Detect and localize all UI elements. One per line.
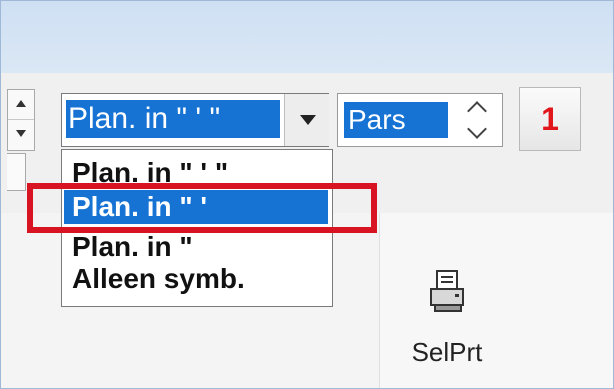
left-spinner-up[interactable] bbox=[8, 90, 34, 120]
dropdown-option-selected[interactable]: Plan. in " ' bbox=[64, 190, 328, 224]
printer-icon bbox=[430, 270, 464, 312]
mode-field[interactable]: Pars bbox=[337, 93, 503, 147]
dropdown-option[interactable]: Plan. in " bbox=[64, 230, 328, 264]
units-combobox-value: Plan. in " ' " bbox=[66, 100, 280, 138]
dropdown-option[interactable]: Alleen symb. bbox=[64, 262, 328, 296]
selprt-button[interactable]: SelPrt bbox=[405, 269, 489, 381]
ribbon-header bbox=[1, 1, 613, 73]
selprt-label: SelPrt bbox=[411, 337, 483, 367]
chevron-up-icon[interactable] bbox=[467, 101, 487, 121]
left-spinner[interactable] bbox=[7, 89, 35, 151]
arrow-down-icon bbox=[16, 130, 26, 137]
arrow-up-icon bbox=[16, 100, 26, 107]
units-combobox[interactable]: Plan. in " ' " bbox=[61, 93, 329, 147]
number-button[interactable]: 1 bbox=[519, 87, 581, 151]
dropdown-option[interactable]: Plan. in " ' " bbox=[64, 156, 328, 190]
app-window: Plan. in " ' " Pars 1 Plan. in " ' " Pla… bbox=[0, 0, 614, 389]
chevron-down-icon[interactable] bbox=[467, 119, 487, 139]
mode-field-value: Pars bbox=[344, 102, 448, 138]
units-dropdown-list: Plan. in " ' " Plan. in " ' Plan. in " A… bbox=[61, 149, 333, 307]
mode-spinner[interactable] bbox=[458, 98, 498, 142]
chevron-down-icon bbox=[300, 115, 316, 125]
units-dropdown-button[interactable] bbox=[284, 94, 329, 146]
left-input-edge[interactable] bbox=[7, 153, 26, 191]
left-spinner-down[interactable] bbox=[8, 120, 34, 149]
